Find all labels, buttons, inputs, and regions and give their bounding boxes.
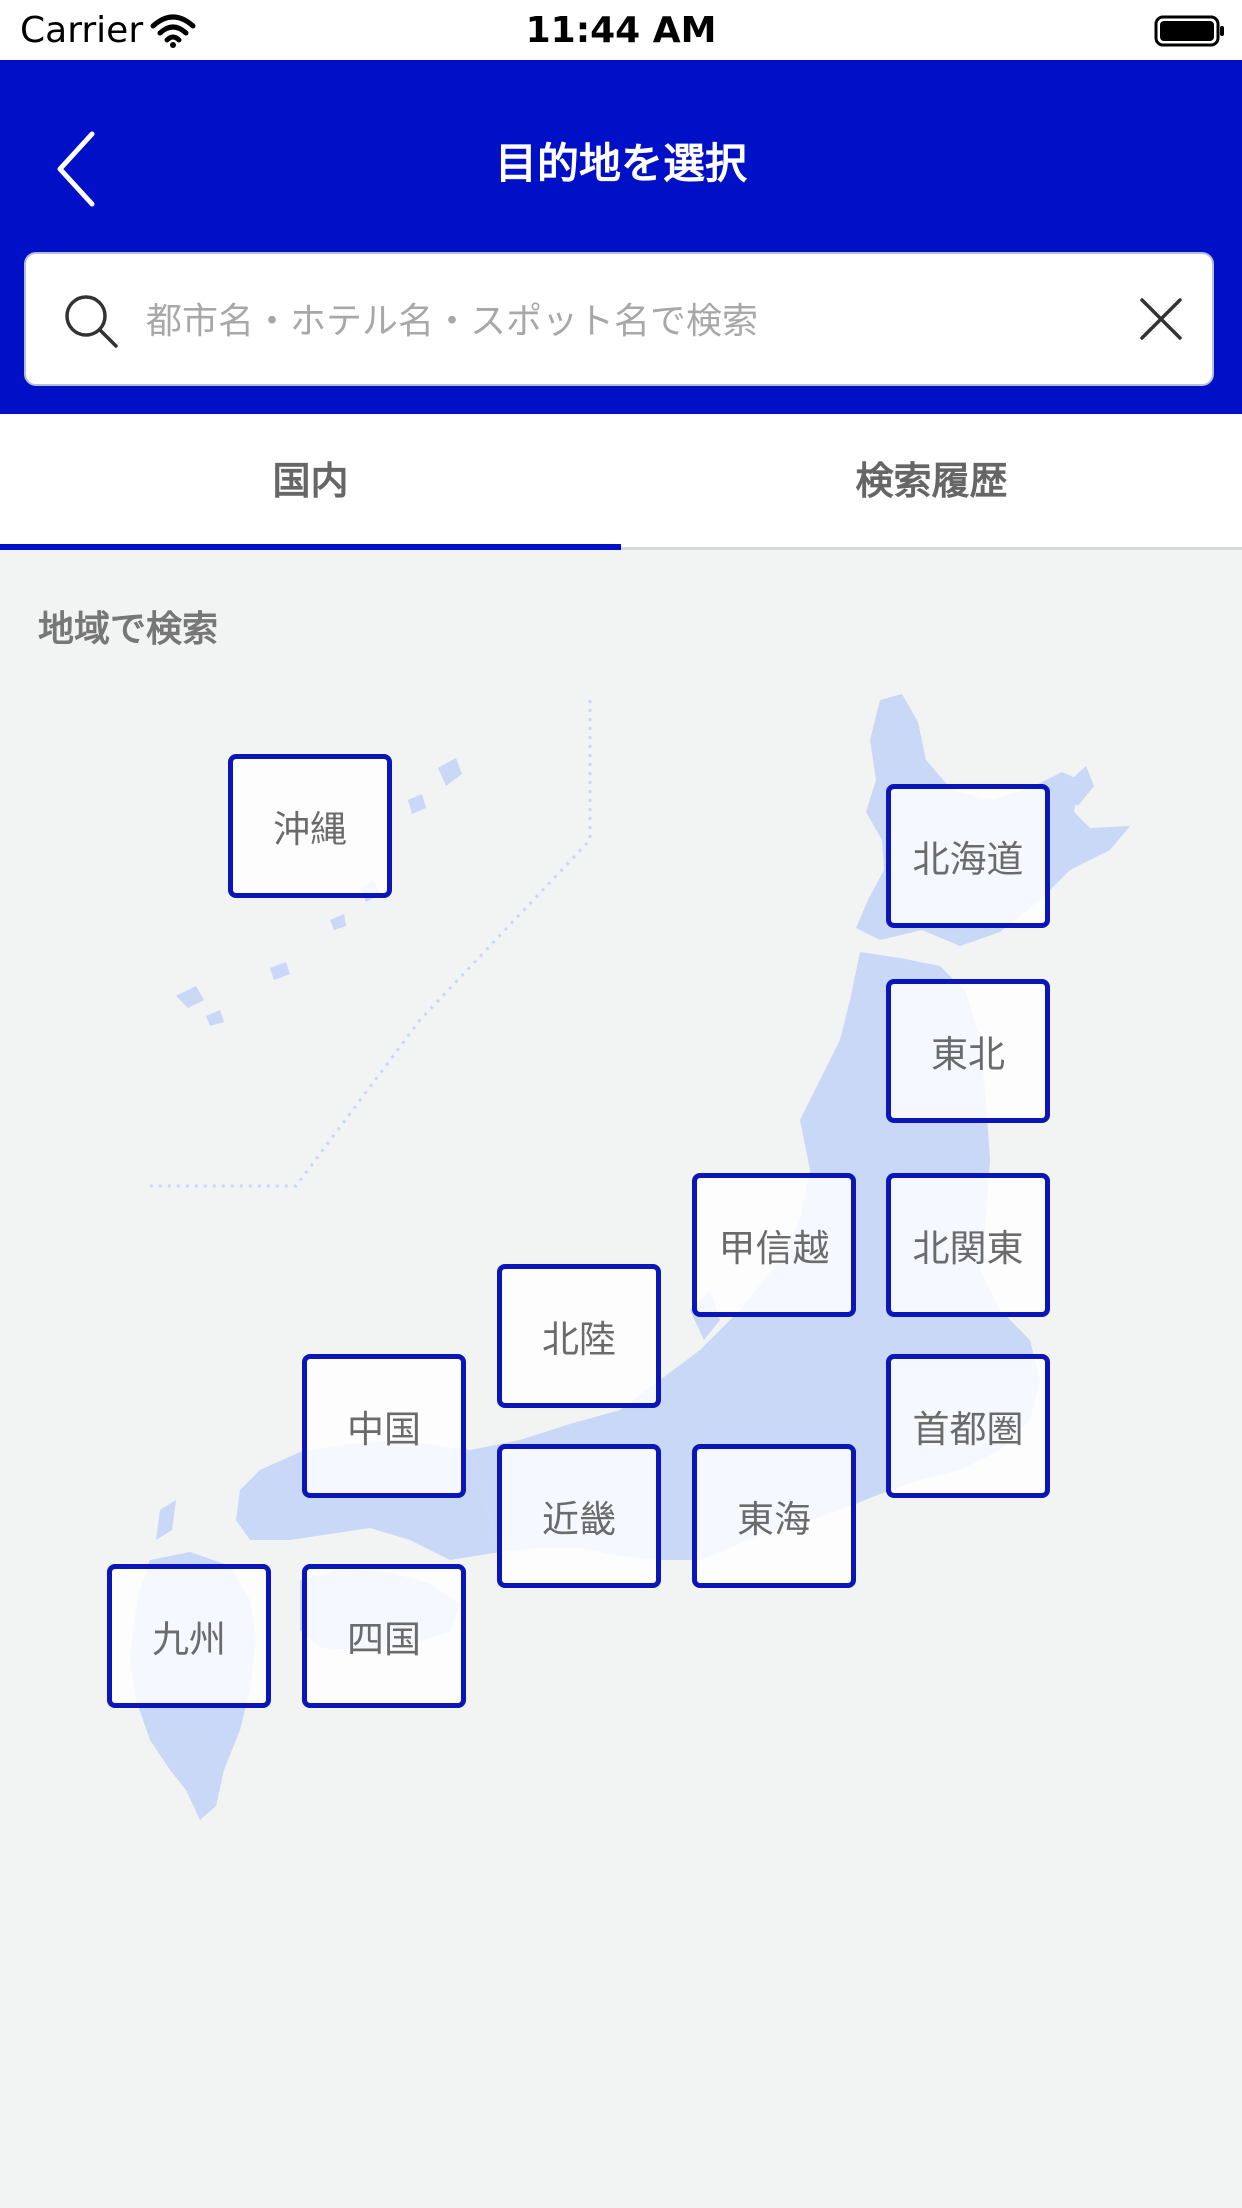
tab-domestic[interactable]: 国内 (0, 414, 621, 550)
region-tokai-button[interactable]: 東海 (692, 1444, 856, 1588)
tab-bar: 国内 検索履歴 (0, 414, 1242, 550)
region-kinki-button[interactable]: 近畿 (497, 1444, 661, 1588)
region-shutoken-button[interactable]: 首都圏 (886, 1354, 1050, 1498)
region-chugoku-button[interactable]: 中国 (302, 1354, 466, 1498)
status-time: 11:44 AM (525, 10, 717, 51)
region-koshinetsu-button[interactable]: 甲信越 (692, 1173, 856, 1317)
section-title: 地域で検索 (38, 609, 219, 650)
clear-search-button[interactable] (1136, 294, 1186, 344)
battery-icon (1154, 15, 1224, 47)
tab-search-history[interactable]: 検索履歴 (621, 414, 1242, 550)
region-tohoku-button[interactable]: 東北 (886, 979, 1050, 1123)
page-title: 目的地を選択 (494, 139, 747, 188)
status-bar: Carrier 11:44 AM (0, 0, 1242, 60)
close-icon (1140, 298, 1182, 340)
region-kyushu-button[interactable]: 九州 (107, 1564, 271, 1708)
region-okinawa-button[interactable]: 沖縄 (228, 754, 392, 898)
region-hokuriku-button[interactable]: 北陸 (497, 1264, 661, 1408)
search-icon (65, 295, 118, 348)
region-kitakanto-button[interactable]: 北関東 (886, 1173, 1050, 1317)
tab-selected-indicator (0, 544, 621, 550)
search-box (24, 252, 1214, 386)
region-hokkaido-button[interactable]: 北海道 (886, 784, 1050, 928)
header: 目的地を選択 (0, 60, 1242, 414)
search-input[interactable] (144, 278, 1108, 364)
region-shikoku-button[interactable]: 四国 (302, 1564, 466, 1708)
